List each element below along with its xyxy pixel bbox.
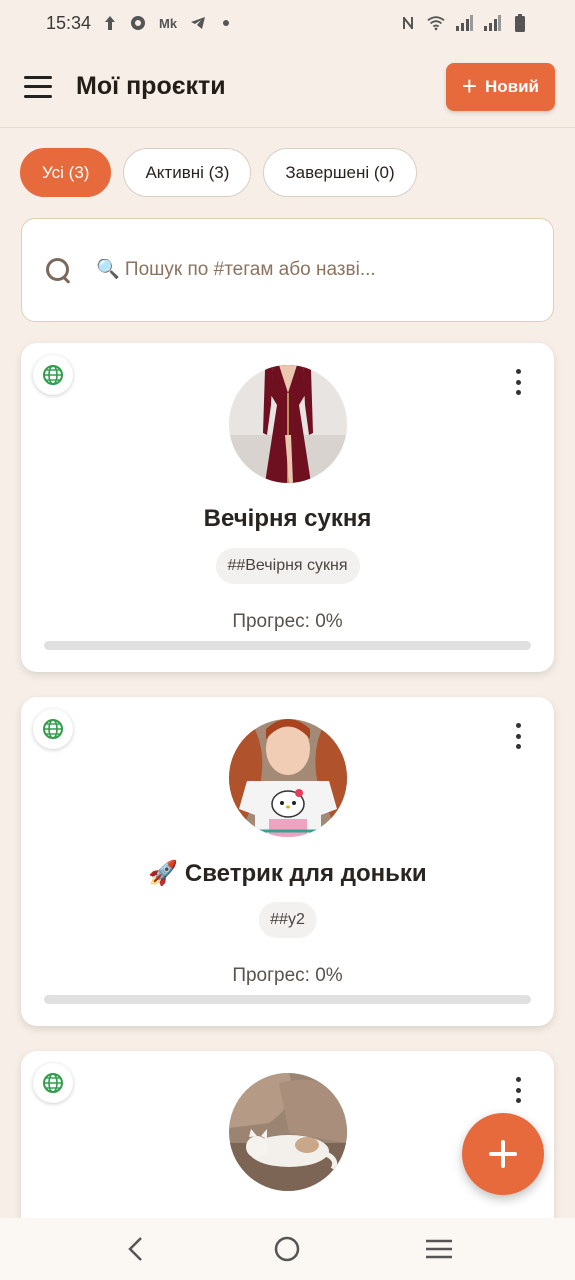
more-options-icon[interactable]	[512, 1077, 524, 1103]
app-header: Мої проєкти + Новий	[0, 46, 575, 128]
add-project-fab[interactable]	[462, 1113, 544, 1195]
project-thumbnail-dress	[229, 365, 347, 483]
status-left: 15:34 Mk	[46, 13, 235, 34]
status-right	[399, 14, 529, 32]
project-title: Вечірня сукня	[203, 505, 372, 532]
public-globe-badge[interactable]	[33, 709, 73, 749]
dot-icon	[217, 14, 235, 32]
project-title: 🚀 Светрик для доньки	[148, 860, 427, 887]
progress-label: Прогрес: 0%	[232, 611, 343, 632]
status-bar: 15:34 Mk	[0, 0, 575, 46]
globe-icon	[43, 1073, 63, 1093]
project-thumbnail-sweater	[229, 719, 347, 837]
nfc-icon	[399, 14, 417, 32]
home-icon[interactable]	[267, 1229, 307, 1269]
tab-all[interactable]: Усі (3)	[20, 148, 112, 197]
new-project-button[interactable]: + Новий	[445, 62, 555, 111]
signal-icon	[483, 14, 501, 32]
search-box	[21, 218, 554, 322]
record-icon	[129, 14, 147, 32]
tab-active[interactable]: Активні (3)	[123, 148, 252, 197]
progress-bar	[44, 641, 531, 650]
back-icon[interactable]	[116, 1229, 156, 1269]
plus-icon: +	[461, 70, 477, 101]
public-globe-badge[interactable]	[33, 355, 73, 395]
globe-icon	[43, 719, 63, 739]
wifi-icon	[427, 14, 445, 32]
search-input[interactable]	[96, 259, 531, 281]
progress-bar	[44, 995, 531, 1004]
telegram-icon	[189, 14, 207, 32]
public-globe-badge[interactable]	[33, 1063, 73, 1103]
progress-label: Прогрес: 0%	[232, 965, 343, 986]
signal-icon	[455, 14, 473, 32]
tab-completed[interactable]: Завершені (0)	[263, 148, 417, 197]
project-card[interactable]: Вечірня сукня ##Вечірня сукня Прогрес: 0…	[21, 343, 554, 672]
tag-chip[interactable]: ##у2	[258, 902, 317, 938]
more-options-icon[interactable]	[512, 723, 524, 749]
tag-chip[interactable]: ##Вечірня сукня	[215, 548, 360, 584]
filter-tabs: Усі (3) Активні (3) Завершені (0)	[20, 148, 417, 197]
upload-arrow-icon	[101, 14, 119, 32]
status-time: 15:34	[46, 12, 92, 33]
recents-icon[interactable]	[419, 1229, 459, 1269]
globe-icon	[43, 365, 63, 385]
hamburger-menu-icon[interactable]	[24, 75, 52, 98]
search-icon	[44, 256, 72, 284]
project-card[interactable]: 🚀 Светрик для доньки ##у2 Прогрес: 0%	[21, 697, 554, 1026]
page-title: Мої проєкти	[76, 72, 226, 100]
more-options-icon[interactable]	[512, 369, 524, 395]
project-thumbnail-cat	[229, 1073, 347, 1191]
mk-app-icon: Mk	[159, 15, 178, 31]
battery-icon	[511, 14, 529, 32]
system-nav-bar	[0, 1218, 575, 1280]
new-button-label: Новий	[484, 76, 539, 96]
plus-icon	[489, 1140, 517, 1168]
